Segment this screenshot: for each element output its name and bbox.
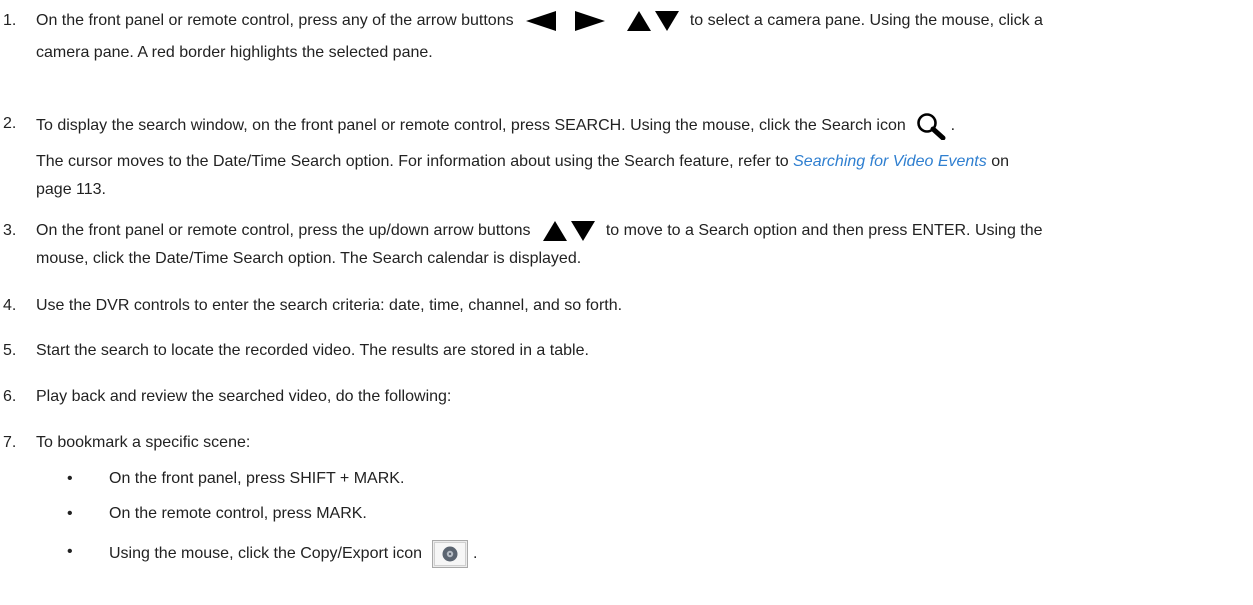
- step-text: On the front panel or remote control, pr…: [36, 12, 514, 29]
- up-arrow-icon: [542, 220, 567, 241]
- step-text: To bookmark a specific scene:: [36, 434, 251, 451]
- copy-export-icon: [432, 540, 469, 568]
- step-text-line2: camera pane. A red border highlights the…: [36, 44, 433, 61]
- step-text: Use the DVR controls to enter the search…: [36, 297, 623, 314]
- step-text: Play back and review the searched video,…: [36, 388, 452, 405]
- bullet-text: Using the mouse, click the Copy/Export i…: [109, 545, 423, 563]
- step-number: 1.: [3, 12, 17, 29]
- step-number: 6.: [3, 388, 17, 405]
- bullet-marker: •: [67, 505, 73, 522]
- step-text: On the front panel or remote control, pr…: [36, 222, 531, 239]
- down-arrow-icon: [571, 220, 596, 241]
- left-arrow-icon: [524, 10, 558, 31]
- bullet-text-end: .: [472, 545, 478, 563]
- cross-reference-link[interactable]: Searching for Video Events: [793, 153, 987, 170]
- step-text-line2: The cursor moves to the Date/Time Search…: [36, 153, 789, 170]
- step-number: 3.: [3, 222, 17, 239]
- step-number: 7.: [3, 434, 17, 451]
- up-arrow-icon: [626, 10, 651, 31]
- step-text-end: .: [950, 117, 956, 135]
- search-icon: [916, 112, 946, 140]
- down-arrow-icon: [655, 10, 680, 31]
- bullet-marker: •: [67, 543, 73, 560]
- step-text-line2: mouse, click the Date/Time Search option…: [36, 250, 582, 267]
- step-text: Start the search to locate the recorded …: [36, 342, 589, 359]
- step-number: 2.: [3, 115, 17, 132]
- step-text-line3: page 113.: [36, 181, 106, 198]
- step-text-line2-end: on: [991, 153, 1009, 170]
- bullet-text: On the remote control, press MARK.: [109, 505, 367, 522]
- step-number: 5.: [3, 342, 17, 359]
- step-text: To display the search window, on the fro…: [36, 117, 906, 135]
- right-arrow-icon: [573, 10, 607, 31]
- step-text-cont: to select a camera pane. Using the mouse…: [689, 12, 1043, 29]
- step-text-cont: to move to a Search option and then pres…: [605, 222, 1043, 239]
- step-number: 4.: [3, 297, 17, 314]
- bullet-text: On the front panel, press SHIFT + MARK.: [109, 470, 405, 487]
- bullet-marker: •: [67, 470, 73, 487]
